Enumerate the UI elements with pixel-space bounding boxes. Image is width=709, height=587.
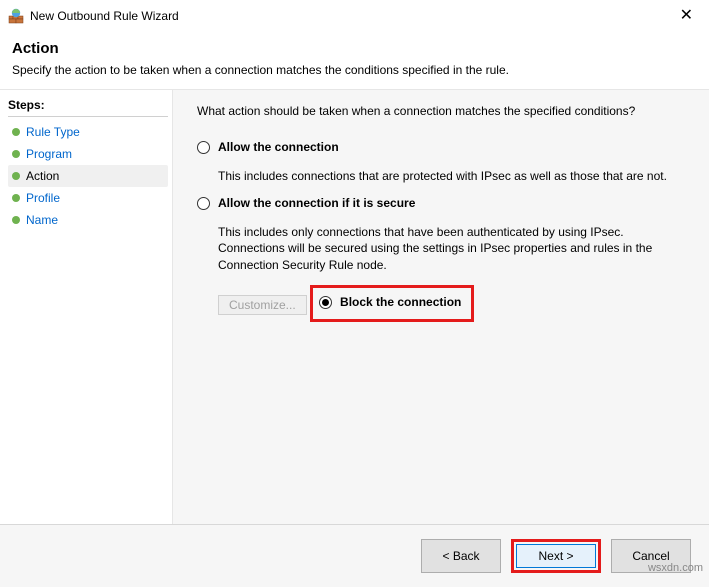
page-title: Action — [12, 40, 697, 57]
radio-allow[interactable] — [197, 141, 210, 154]
option-block-label: Block the connection — [340, 295, 461, 309]
close-icon[interactable]: ✕ — [672, 6, 701, 26]
titlebar: New Outbound Rule Wizard ✕ — [0, 0, 709, 30]
option-block[interactable]: Block the connection — [319, 295, 461, 309]
option-allow-label: Allow the connection — [218, 140, 339, 154]
step-label: Action — [26, 169, 59, 183]
option-allow[interactable]: Allow the connection — [197, 140, 689, 154]
step-program[interactable]: Program — [8, 143, 168, 165]
step-action[interactable]: Action — [8, 165, 168, 187]
wizard-content: What action should be taken when a conne… — [172, 90, 709, 524]
steps-sidebar: Steps: Rule Type Program Action Profile … — [0, 90, 172, 524]
wizard-footer: < Back Next > Cancel — [0, 524, 709, 587]
highlight-block-option: Block the connection — [310, 285, 474, 322]
page-subtitle: Specify the action to be taken when a co… — [12, 63, 697, 77]
option-allow-desc: This includes connections that are prote… — [218, 168, 689, 184]
option-allow-secure[interactable]: Allow the connection if it is secure — [197, 196, 689, 210]
wizard-header: Action Specify the action to be taken wh… — [0, 30, 709, 85]
option-allow-secure-label: Allow the connection if it is secure — [218, 196, 415, 210]
option-allow-secure-desc: This includes only connections that have… — [218, 224, 689, 273]
step-bullet-icon — [12, 172, 20, 180]
step-profile[interactable]: Profile — [8, 187, 168, 209]
highlight-next: Next > — [511, 539, 601, 573]
step-label: Name — [26, 213, 58, 227]
step-label: Profile — [26, 191, 60, 205]
watermark: wsxdn.com — [648, 562, 703, 574]
steps-heading: Steps: — [8, 96, 168, 117]
action-question: What action should be taken when a conne… — [197, 104, 689, 118]
next-button[interactable]: Next > — [516, 544, 596, 568]
step-label: Program — [26, 147, 72, 161]
back-button[interactable]: < Back — [421, 539, 501, 573]
step-bullet-icon — [12, 216, 20, 224]
step-rule-type[interactable]: Rule Type — [8, 121, 168, 143]
radio-block[interactable] — [319, 296, 332, 309]
radio-allow-secure[interactable] — [197, 197, 210, 210]
step-label: Rule Type — [26, 125, 80, 139]
step-bullet-icon — [12, 150, 20, 158]
customize-button: Customize... — [218, 295, 307, 315]
firewall-icon — [8, 8, 24, 24]
step-bullet-icon — [12, 128, 20, 136]
step-bullet-icon — [12, 194, 20, 202]
window-title: New Outbound Rule Wizard — [30, 9, 179, 23]
step-name[interactable]: Name — [8, 209, 168, 231]
